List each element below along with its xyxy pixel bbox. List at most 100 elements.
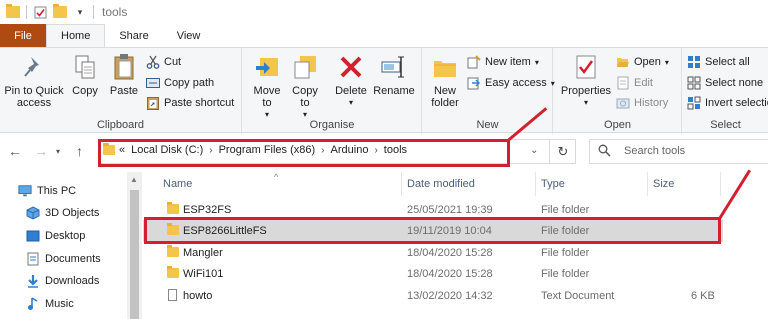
nav-item-3d-objects[interactable]: 3D Objects [26,206,99,220]
recent-locations-chevron-icon[interactable]: ▾ [56,147,60,156]
navigation-pane: This PC 3D Objects Desktop Documents Dow… [0,172,143,319]
customize-quick-access-icon[interactable]: ▾ [73,5,87,19]
clipboard-group: Pin to Quick access Copy Paste Cut Copy … [0,48,242,134]
properties-icon [573,52,599,82]
select-none-label: Select none [705,77,764,89]
history-button[interactable]: History [616,96,668,110]
window-title: tools [102,5,128,19]
column-header-size[interactable]: Size [653,172,674,196]
paste-button[interactable]: Paste [106,52,142,97]
scroll-up-icon[interactable]: ▲ [130,175,138,184]
nav-label: This PC [37,185,77,197]
paste-label: Paste [109,85,139,97]
nav-item-downloads[interactable]: Downloads [26,274,99,288]
copy-to-icon [292,52,318,82]
ribbon-tabs: File Home Share View [0,24,768,47]
column-divider[interactable] [401,172,402,196]
new-folder-button[interactable]: New folder [425,52,465,109]
new-folder-quick-icon[interactable] [53,4,67,18]
move-to-button[interactable]: Move to ▾ [249,52,285,121]
copy-button[interactable]: Copy [68,52,102,97]
column-divider[interactable] [720,172,721,196]
select-all-button[interactable]: Select all [687,55,750,69]
back-arrow-icon[interactable]: ← [8,143,22,159]
delete-x-icon [338,52,364,82]
invert-selection-button[interactable]: Invert selection [687,96,768,110]
forward-arrow-icon[interactable]: → [34,143,48,159]
easy-access-button[interactable]: Easy access ▾ [467,76,555,90]
group-label: Select [710,119,741,131]
paste-shortcut-icon [146,96,160,110]
column-header-name[interactable]: Name [163,172,192,196]
move-to-label: Move to [253,85,281,109]
new-item-icon [467,55,481,69]
file-type: File folder [541,268,590,280]
pin-label: Pin to Quick access [4,85,64,109]
column-header-date[interactable]: Date modified [407,172,475,196]
nav-item-music[interactable]: Music [26,297,74,311]
refresh-button[interactable]: ↻ [549,139,576,164]
text-document-icon [168,289,177,301]
monitor-icon [18,184,32,198]
edit-button[interactable]: Edit [616,76,653,90]
file-date: 18/04/2020 15:28 [407,247,493,259]
open-button[interactable]: Open ▾ [616,55,669,69]
tab-home[interactable]: Home [46,24,106,47]
copy-to-button[interactable]: Copy to ▾ [287,52,323,121]
easy-access-label: Easy access [485,77,547,89]
properties-check-icon[interactable] [33,5,47,19]
nav-item-this-pc[interactable]: This PC [18,184,76,198]
select-none-icon [687,76,701,90]
nav-label: Music [45,298,74,310]
file-date: 18/04/2020 15:28 [407,268,493,280]
column-header-type[interactable]: Type [541,172,565,196]
rename-icon [381,52,407,82]
column-divider[interactable] [535,172,536,196]
tab-file[interactable]: File [0,24,46,47]
select-all-label: Select all [705,56,750,68]
table-row[interactable]: Mangler 18/04/2020 15:28 File folder [143,242,723,264]
nav-item-documents[interactable]: Documents [26,252,101,266]
tab-share[interactable]: Share [105,24,162,47]
title-bar: ▾ tools [0,0,768,24]
paste-shortcut-button[interactable]: Paste shortcut [146,96,234,110]
pin-icon [21,52,47,82]
copy-icon [72,52,98,82]
copy-label: Copy [72,85,98,97]
paste-shortcut-label: Paste shortcut [164,97,235,109]
pin-to-quick-access-button[interactable]: Pin to Quick access [4,52,64,109]
file-size: 6 KB [691,290,715,302]
search-placeholder: Search tools [624,145,686,157]
desktop-icon [26,229,40,243]
tab-view[interactable]: View [163,24,215,47]
chevron-down-icon: ▾ [534,57,539,67]
music-icon [26,297,40,311]
navigation-scrollbar[interactable]: ▲ [127,172,142,319]
select-none-button[interactable]: Select none [687,76,763,90]
table-row[interactable]: howto 13/02/2020 14:32 Text Document 6 K… [143,285,723,307]
clipboard-icon [111,52,137,82]
group-label: Open [604,119,631,131]
easy-access-icon [467,76,481,90]
properties-button[interactable]: Properties ▾ [560,52,612,109]
folder-icon [167,245,179,257]
nav-label: 3D Objects [45,207,100,219]
nav-item-desktop[interactable]: Desktop [26,229,85,243]
cut-button[interactable]: Cut [146,55,181,69]
address-dropdown-chevron-icon[interactable]: ⌄ [530,145,538,156]
delete-button[interactable]: Delete ▾ [331,52,371,109]
rename-button[interactable]: Rename [371,52,417,97]
up-arrow-icon[interactable]: ↑ [76,143,83,159]
nav-label: Desktop [45,230,86,242]
file-type: Text Document [541,290,615,302]
scrollbar-thumb[interactable] [130,190,139,319]
column-divider[interactable] [647,172,648,196]
new-folder-label: New folder [431,85,459,109]
copy-path-button[interactable]: Copy path [146,76,214,90]
file-type: File folder [541,204,590,216]
divider [93,5,94,19]
table-row[interactable]: WiFi101 18/04/2020 15:28 File folder [143,263,723,285]
new-folder-icon [432,52,458,82]
cut-label: Cut [164,56,182,68]
new-item-button[interactable]: New item ▾ [467,55,539,69]
